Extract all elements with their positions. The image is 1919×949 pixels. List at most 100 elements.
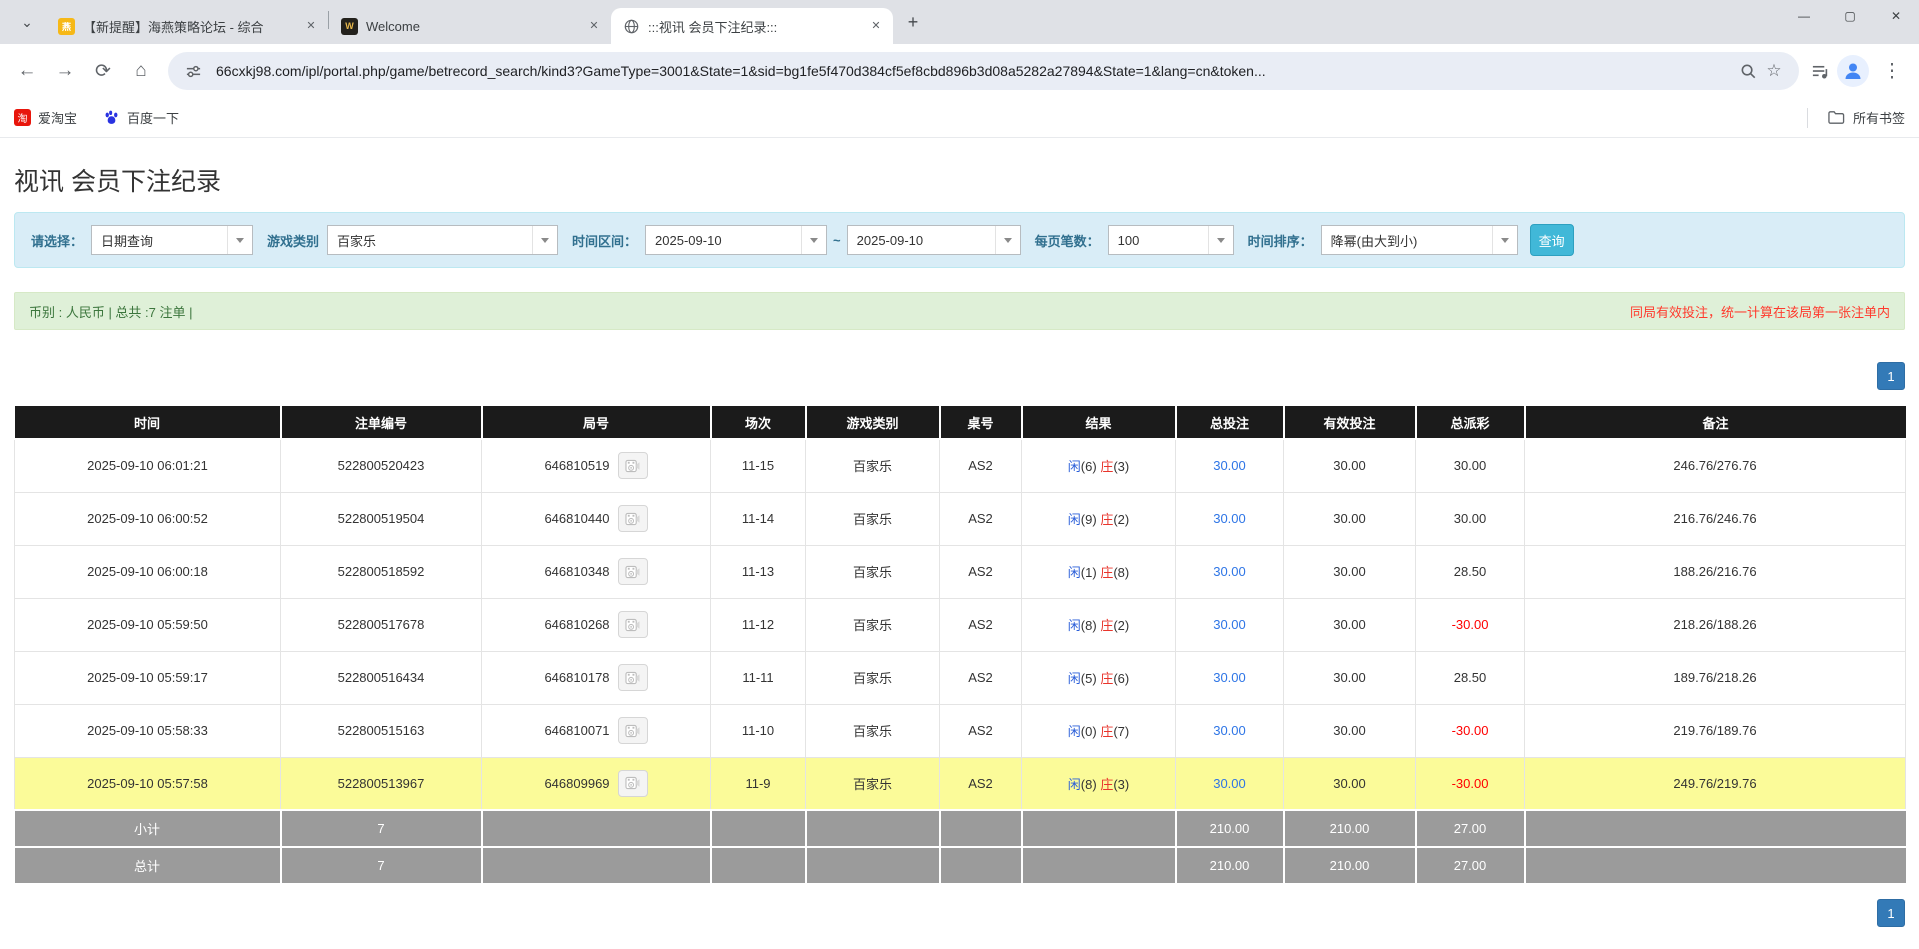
tab-search-chevron-icon[interactable]: ⌄ — [12, 7, 42, 37]
player-points: (0) — [1081, 724, 1097, 739]
same-round-notice: 同局有效投注，统一计算在该局第一张注单内 — [1630, 302, 1890, 321]
table-row: 2025-09-10 06:00:52 522800519504 6468104… — [15, 492, 1906, 545]
player-points: (6) — [1081, 459, 1097, 474]
home-icon[interactable]: ⌂ — [122, 52, 160, 90]
payout: 28.50 — [1416, 651, 1525, 704]
chevron-down-icon[interactable] — [801, 226, 826, 254]
maximize-button[interactable]: ▢ — [1827, 0, 1873, 32]
forward-icon[interactable]: → — [46, 52, 84, 90]
new-tab-button[interactable]: + — [899, 8, 927, 36]
remark: 188.26/216.76 — [1525, 545, 1906, 598]
tab-bet-records[interactable]: :::视讯 会员下注纪录::: ✕ — [611, 8, 893, 44]
payout: -30.00 — [1416, 757, 1525, 810]
remark: 249.76/219.76 — [1525, 757, 1906, 810]
valid-bet: 30.00 — [1284, 598, 1416, 651]
game-type: 百家乐 — [806, 598, 940, 651]
per-page-value: 100 — [1109, 226, 1208, 254]
bet-id: 522800515163 — [281, 704, 482, 757]
col-bet-id: 注单编号 — [281, 405, 482, 439]
bookmark-star-icon[interactable]: ☆ — [1761, 58, 1787, 84]
date-from-input[interactable]: 2025-09-10 — [645, 225, 827, 255]
video-replay-button[interactable] — [618, 611, 648, 638]
url-text[interactable]: 66cxkj98.com/ipl/portal.php/game/betreco… — [216, 63, 1725, 79]
video-replay-button[interactable] — [618, 452, 648, 479]
minimize-button[interactable]: — — [1781, 0, 1827, 32]
close-icon[interactable]: ✕ — [867, 17, 885, 35]
game-type: 百家乐 — [806, 704, 940, 757]
game-type-select[interactable]: 百家乐 — [327, 225, 558, 255]
total-valid-bet: 210.00 — [1284, 847, 1416, 884]
profile-avatar[interactable] — [1837, 55, 1869, 87]
game-type-label: 游戏类别 — [267, 231, 319, 250]
total-bet-link[interactable]: 30.00 — [1213, 723, 1246, 738]
per-page-select[interactable]: 100 — [1108, 225, 1234, 255]
date-to-value: 2025-09-10 — [848, 226, 995, 254]
date-to-input[interactable]: 2025-09-10 — [847, 225, 1021, 255]
chevron-down-icon[interactable] — [1492, 226, 1517, 254]
tab-welcome[interactable]: W Welcome ✕ — [329, 8, 611, 44]
result-cell: 闲(6) 庄(3) — [1022, 439, 1176, 492]
back-icon[interactable]: ← — [8, 52, 46, 90]
taobao-icon: 淘 — [14, 109, 31, 126]
page-title: 视讯 会员下注纪录 — [14, 162, 1919, 198]
result-cell: 闲(9) 庄(2) — [1022, 492, 1176, 545]
banker-result: 庄 — [1100, 512, 1113, 527]
chevron-down-icon[interactable] — [227, 226, 252, 254]
close-icon[interactable]: ✕ — [585, 17, 603, 35]
session: 11-15 — [711, 439, 806, 492]
close-icon[interactable]: ✕ — [302, 17, 320, 35]
kebab-menu-icon[interactable]: ⋮ — [1873, 52, 1911, 90]
chevron-down-icon[interactable] — [532, 226, 557, 254]
remark: 218.26/188.26 — [1525, 598, 1906, 651]
page-content: 视讯 会员下注纪录 请选择： 日期查询 游戏类别 百家乐 时间区间： 2025-… — [0, 162, 1919, 927]
session: 11-10 — [711, 704, 806, 757]
total-bet-link[interactable]: 30.00 — [1213, 670, 1246, 685]
media-controls-icon[interactable] — [1807, 58, 1833, 84]
table-row: 2025-09-10 06:00:18 522800518592 6468103… — [15, 545, 1906, 598]
all-bookmarks[interactable]: 所有书签 — [1807, 108, 1905, 128]
all-bookmarks-label: 所有书签 — [1853, 108, 1905, 127]
pagination-bottom: 1 — [14, 899, 1905, 927]
video-replay-button[interactable] — [618, 505, 648, 532]
date-from-value: 2025-09-10 — [646, 226, 801, 254]
video-replay-button[interactable] — [618, 717, 648, 744]
query-mode-select[interactable]: 日期查询 — [91, 225, 253, 255]
table-no: AS2 — [940, 598, 1022, 651]
total-bet-link[interactable]: 30.00 — [1213, 458, 1246, 473]
round-id-cell: 646810071 — [482, 704, 711, 757]
page-1-button[interactable]: 1 — [1877, 899, 1905, 927]
address-bar[interactable]: 66cxkj98.com/ipl/portal.php/game/betreco… — [168, 52, 1799, 90]
bookmark-baidu[interactable]: 百度一下 — [103, 108, 179, 127]
session: 11-12 — [711, 598, 806, 651]
site-info-tune-icon[interactable] — [180, 58, 206, 84]
table-row: 2025-09-10 05:57:58 522800513967 6468099… — [15, 757, 1906, 810]
round-id-cell: 646810440 — [482, 492, 711, 545]
col-game-type: 游戏类别 — [806, 405, 940, 439]
table-row: 2025-09-10 05:58:33 522800515163 6468100… — [15, 704, 1906, 757]
player-result: 闲 — [1068, 671, 1081, 686]
bet-time: 2025-09-10 05:59:17 — [15, 651, 281, 704]
video-replay-button[interactable] — [618, 664, 648, 691]
reload-icon[interactable]: ⟳ — [84, 52, 122, 90]
session: 11-11 — [711, 651, 806, 704]
tab-forum[interactable]: 燕 【新提醒】海燕策略论坛 - 综合 ✕ — [46, 8, 328, 44]
total-total-bet: 210.00 — [1176, 847, 1284, 884]
zoom-magnifier-icon[interactable] — [1735, 58, 1761, 84]
sort-select[interactable]: 降幂(由大到小) — [1321, 225, 1518, 255]
total-bet-link[interactable]: 30.00 — [1213, 776, 1246, 791]
payout: -30.00 — [1416, 704, 1525, 757]
query-button[interactable]: 查询 — [1530, 224, 1574, 256]
video-replay-button[interactable] — [618, 558, 648, 585]
round-id-cell: 646810519 — [482, 439, 711, 492]
close-window-button[interactable]: ✕ — [1873, 0, 1919, 32]
payout: -30.00 — [1416, 598, 1525, 651]
chevron-down-icon[interactable] — [995, 226, 1020, 254]
page-1-button[interactable]: 1 — [1877, 362, 1905, 390]
chevron-down-icon[interactable] — [1208, 226, 1233, 254]
video-replay-button[interactable] — [618, 770, 648, 797]
total-bet-link[interactable]: 30.00 — [1213, 564, 1246, 579]
total-bet-link[interactable]: 30.00 — [1213, 617, 1246, 632]
bookmark-aitaobao[interactable]: 淘 爱淘宝 — [14, 108, 77, 127]
remark: 246.76/276.76 — [1525, 439, 1906, 492]
total-bet-link[interactable]: 30.00 — [1213, 511, 1246, 526]
